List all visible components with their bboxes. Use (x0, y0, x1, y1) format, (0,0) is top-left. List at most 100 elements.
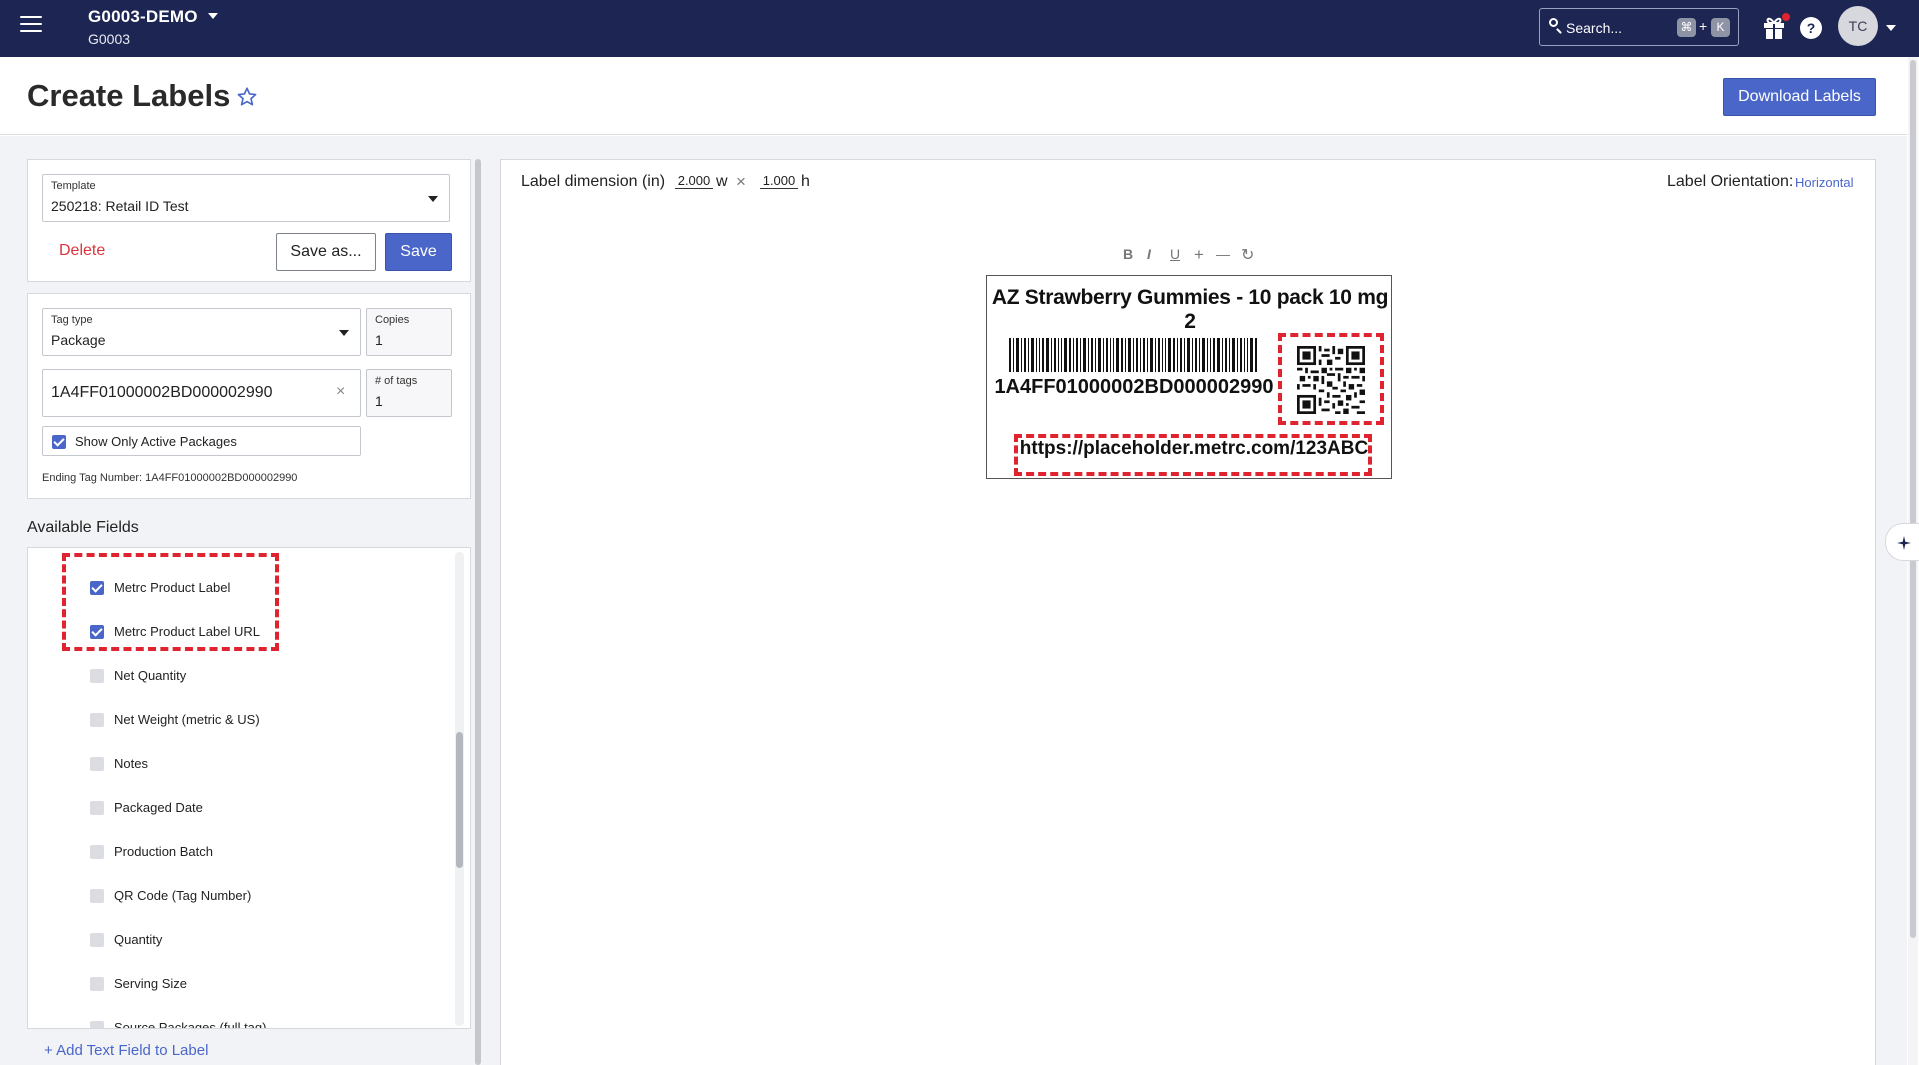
list-item[interactable]: Serving Size (28, 966, 448, 1002)
chevron-down-icon[interactable] (1886, 25, 1896, 31)
copies-value: 1 (375, 332, 383, 348)
orientation-label: Label Orientation: (1667, 173, 1794, 190)
search-placeholder: Search... (1566, 20, 1623, 36)
page-scrollbar[interactable] (1908, 57, 1918, 1065)
rotate-icon[interactable]: ↻ (1241, 245, 1254, 265)
height-input[interactable]: 1.000 (760, 173, 798, 189)
field-checkbox[interactable] (90, 801, 104, 815)
tag-number-input[interactable]: 1A4FF01000002BD000002990 × (42, 369, 361, 417)
field-checkbox[interactable] (90, 889, 104, 903)
search-icon (1549, 18, 1558, 27)
field-label: Quantity (114, 932, 163, 947)
hamburger-menu-icon[interactable] (20, 16, 42, 34)
list-item[interactable]: Net Quantity (28, 658, 448, 694)
panel-resize-handle[interactable] (475, 159, 481, 1065)
bold-icon[interactable]: B (1123, 246, 1133, 262)
template-panel: Template 250218: Retail ID Test Delete S… (27, 159, 471, 282)
copies-label: Copies (375, 314, 410, 326)
list-item[interactable]: QR Code (Tag Number) (28, 878, 448, 914)
notification-dot (1782, 13, 1790, 21)
page-title: Create Labels (27, 78, 231, 113)
add-text-field-link[interactable]: + Add Text Field to Label (44, 1042, 208, 1059)
num-tags-input[interactable]: # of tags 1 (366, 369, 452, 417)
sparkle-icon (1897, 536, 1911, 550)
field-label: Production Batch (114, 844, 214, 859)
page-scrollbar-thumb[interactable] (1910, 60, 1916, 938)
list-item[interactable]: Notes (28, 746, 448, 782)
height-unit: h (801, 173, 810, 190)
barcode-graphic[interactable] (1009, 338, 1257, 372)
tag-type-value: Package (51, 332, 106, 348)
dimension-label: Label dimension (in) (521, 173, 666, 190)
download-labels-button[interactable]: Download Labels (1723, 78, 1876, 116)
field-checkbox[interactable] (90, 933, 104, 947)
underline-icon[interactable]: U (1170, 246, 1180, 262)
num-tags-label: # of tags (375, 375, 418, 387)
template-value: 250218: Retail ID Test (51, 198, 189, 214)
field-checkbox[interactable] (90, 713, 104, 727)
template-select[interactable]: Template 250218: Retail ID Test (42, 174, 450, 222)
chevron-down-icon (339, 330, 349, 336)
label-canvas-panel: Label dimension (in) 2.000 w × 1.000 h L… (500, 159, 1876, 1065)
field-checkbox[interactable] (90, 977, 104, 991)
tag-panel: Tag type Package Copies 1 1A4FF01000002B… (27, 293, 471, 499)
increase-size-icon[interactable]: + (1194, 245, 1204, 265)
field-label: QR Code (Tag Number) (114, 888, 252, 903)
tag-number-value: 1A4FF01000002BD000002990 (51, 384, 273, 401)
orientation-link[interactable]: Horizontal (1795, 175, 1854, 190)
field-checkbox[interactable] (90, 757, 104, 771)
field-checkbox[interactable] (90, 669, 104, 683)
copies-input[interactable]: Copies 1 (366, 308, 452, 356)
field-checkbox[interactable] (90, 845, 104, 859)
chevron-down-icon[interactable] (208, 13, 218, 19)
clear-icon[interactable]: × (336, 383, 345, 401)
save-as-button[interactable]: Save as... (276, 233, 376, 271)
shortcut-plus: + (1699, 18, 1708, 34)
field-label: Source Packages (full tag) (114, 1020, 267, 1029)
italic-icon[interactable]: I (1147, 246, 1151, 262)
decrease-size-icon[interactable]: — (1216, 246, 1230, 262)
width-unit: w (716, 173, 728, 190)
command-key-badge: ⌘ (1677, 18, 1696, 37)
width-input[interactable]: 2.000 (675, 173, 713, 189)
show-active-checkbox[interactable] (52, 435, 66, 449)
label-preview[interactable]: AZ Strawberry Gummies - 10 pack 10 mg 2 … (986, 275, 1392, 479)
avatar[interactable]: TC (1838, 6, 1878, 46)
page-header: Create Labels Download Labels (0, 57, 1907, 135)
field-checkbox[interactable] (90, 1021, 104, 1028)
format-toolbar: B I U + — ↻ (1119, 245, 1261, 266)
save-button[interactable]: Save (385, 233, 452, 271)
list-item[interactable]: Production Batch (28, 834, 448, 870)
list-scrollbar[interactable] (455, 552, 464, 1026)
list-item[interactable]: Net Weight (metric & US) (28, 702, 448, 738)
help-icon[interactable]: ? (1800, 17, 1822, 39)
field-label: Packaged Date (114, 800, 203, 815)
url-highlight-box (1014, 434, 1372, 476)
favorite-star-icon[interactable] (236, 86, 258, 108)
template-label: Template (51, 180, 96, 192)
tag-type-select[interactable]: Tag type Package (42, 308, 361, 356)
k-key-badge: K (1711, 18, 1730, 37)
top-navigation-bar: G0003-DEMO G0003 Search... ⌘ + K ? TC (0, 0, 1919, 57)
list-scrollbar-thumb[interactable] (456, 732, 463, 868)
chevron-down-icon (428, 196, 438, 202)
assistant-button[interactable] (1885, 523, 1919, 561)
times-icon: × (736, 172, 746, 191)
highlight-box (62, 553, 279, 651)
list-item[interactable]: Source Packages (full tag) (28, 1010, 448, 1029)
ending-tag-number: Ending Tag Number: 1A4FF01000002BD000002… (42, 472, 298, 484)
show-active-packages-toggle[interactable]: Show Only Active Packages (42, 426, 361, 456)
field-label: Notes (114, 756, 148, 771)
field-label: Net Weight (metric & US) (114, 712, 260, 727)
label-product-name[interactable]: AZ Strawberry Gummies - 10 pack 10 mg 2 (987, 286, 1393, 334)
delete-button[interactable]: Delete (59, 242, 105, 260)
list-item[interactable]: Packaged Date (28, 790, 448, 826)
field-label: Net Quantity (114, 668, 187, 683)
list-item[interactable]: Quantity (28, 922, 448, 958)
organization-name[interactable]: G0003-DEMO (88, 7, 198, 27)
main-content: Template 250218: Retail ID Test Delete S… (0, 136, 1919, 1065)
tag-type-label: Tag type (51, 314, 93, 326)
search-input[interactable]: Search... ⌘ + K (1539, 8, 1739, 46)
organization-code: G0003 (88, 31, 131, 47)
barcode-text[interactable]: 1A4FF01000002BD000002990 (993, 376, 1275, 399)
